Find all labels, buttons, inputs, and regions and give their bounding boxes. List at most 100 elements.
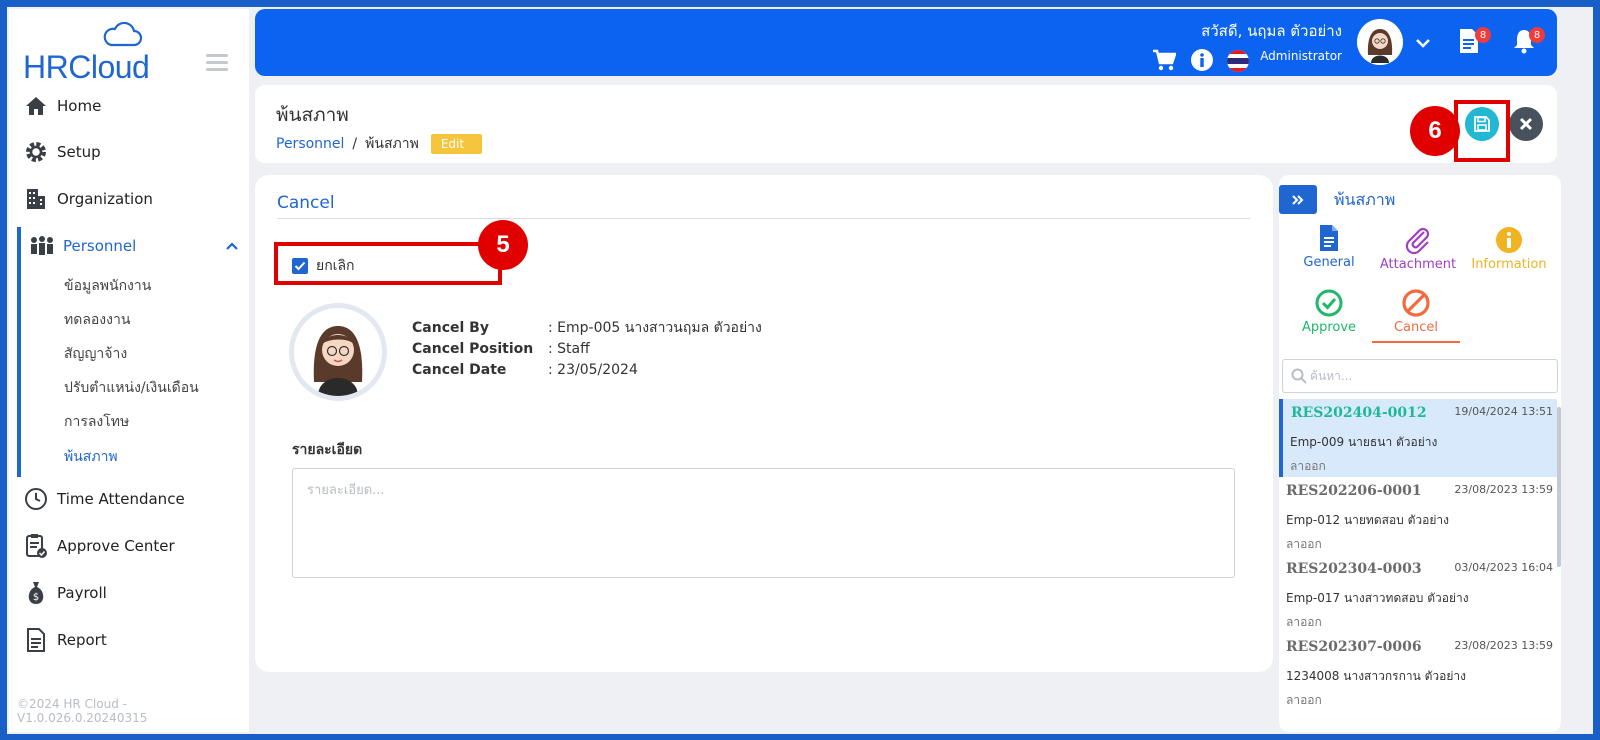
- breadcrumb-separator: /: [352, 136, 358, 152]
- check-circle-icon: [1315, 289, 1343, 317]
- record-status: ลาออก: [1286, 693, 1322, 707]
- copyright-text: ©2024 HR Cloud -V1.0.026.0.20240315: [17, 697, 148, 725]
- logo-text: HRCloud: [23, 49, 150, 85]
- highlight-box-checkbox: [274, 242, 502, 285]
- tab-information-label: Information: [1471, 257, 1547, 272]
- sidebar-subitem-employee-info[interactable]: ข้อมูลพนักงาน: [64, 275, 151, 297]
- record-status: ลาออก: [1286, 537, 1322, 551]
- user-greeting: สวัสดี, นฤมล ตัวอย่าง: [1201, 22, 1342, 40]
- logo[interactable]: HRCloud: [23, 21, 173, 85]
- cancel-info: Cancel By : Emp-005 นางสาวนฤมล ตัวอย่าง …: [412, 317, 762, 380]
- tab-attachment[interactable]: Attachment: [1372, 226, 1464, 272]
- record-date: 23/08/2023 13:59: [1454, 483, 1553, 496]
- cancel-form-card: Cancel ยกเลิก 5 Cancel By: Emp-005 นางส…: [255, 175, 1273, 672]
- sidebar-item-report[interactable]: Report: [23, 623, 243, 657]
- close-button[interactable]: [1509, 107, 1543, 141]
- highlight-box-save: [1454, 100, 1510, 162]
- cancel-position-row: Cancel Position : Staff: [412, 338, 762, 359]
- cancel-by-row: Cancel By : Emp-005 นางสาวนฤมล ตัวอย่าง: [412, 317, 762, 338]
- page-header: พ้นสภาพ Personnel / พ้นสภาพ Edit 6: [255, 85, 1557, 163]
- tab-information[interactable]: Information: [1463, 226, 1555, 272]
- step-marker-6: 6: [1410, 106, 1460, 156]
- sidebar-subitem-contract[interactable]: สัญญาจ้าง: [64, 343, 127, 365]
- sidebar-subitem-salary-adjust[interactable]: ปรับตำแหน่ง/เงินเดือน: [64, 377, 199, 399]
- file-icon: [1320, 225, 1338, 251]
- notification-badge: 8: [1529, 27, 1545, 43]
- sidebar-item-label: Report: [57, 631, 107, 649]
- section-title: Cancel: [277, 193, 335, 213]
- tab-approve-label: Approve: [1301, 320, 1357, 335]
- sidebar-item-home[interactable]: Home: [23, 89, 243, 123]
- sidebar-subitem-termination[interactable]: พ้นสภาพ: [64, 446, 118, 468]
- sidebar-item-time-attendance[interactable]: Time Attendance: [23, 482, 243, 516]
- chevron-up-icon[interactable]: [225, 241, 239, 251]
- active-tab-underline: [1372, 341, 1460, 343]
- document-badge: 8: [1475, 27, 1491, 43]
- info-circle-icon: [1496, 227, 1522, 253]
- cancel-position-label: Cancel Position: [412, 340, 534, 357]
- sidebar-subitem-discipline[interactable]: การลงโทษ: [64, 411, 129, 433]
- list-item[interactable]: RES202304-0003 03/04/2023 16:04 Emp-017 …: [1279, 555, 1557, 633]
- sidebar-item-payroll[interactable]: $ Payroll: [23, 576, 243, 610]
- app-frame: HRCloud Home Setup Organization Personne…: [7, 7, 1593, 734]
- record-employee: Emp-017 นางสาวทดสอบ ตัวอย่าง: [1286, 591, 1469, 605]
- sidebar-item-label: Payroll: [57, 584, 107, 602]
- clock-icon: [23, 486, 49, 512]
- gear-icon: [23, 139, 49, 165]
- search-input[interactable]: ค้นหา...: [1282, 359, 1558, 393]
- sidebar-subitem-probation[interactable]: ทดลองงาน: [64, 309, 130, 331]
- sidebar-item-setup[interactable]: Setup: [23, 135, 243, 169]
- mode-badge: Edit: [430, 134, 483, 154]
- thai-flag-icon[interactable]: [1225, 48, 1251, 74]
- detail-label: รายละเอียด: [292, 442, 363, 458]
- breadcrumb-link-personnel[interactable]: Personnel: [276, 136, 344, 152]
- cancel-position-value: : Staff: [548, 340, 590, 357]
- double-chevron-right-icon: [1292, 194, 1304, 205]
- sidebar-item-organization[interactable]: Organization: [23, 182, 243, 216]
- cancel-by-avatar: [289, 303, 387, 401]
- paperclip-icon: [1405, 227, 1430, 254]
- cancel-date-row: Cancel Date : 23/05/2024: [412, 359, 762, 380]
- active-indicator: [17, 227, 21, 477]
- record-date: 23/08/2023 13:59: [1454, 639, 1553, 652]
- sidebar-item-label: Home: [57, 97, 102, 115]
- chevron-down-icon[interactable]: [1413, 33, 1433, 53]
- document-icon: [23, 627, 49, 653]
- avatar[interactable]: [1357, 19, 1403, 65]
- cancel-by-value: : Emp-005 นางสาวนฤมล ตัวอย่าง: [548, 319, 762, 336]
- list-item[interactable]: RES202404-0012 19/04/2024 13:51 Emp-009 …: [1279, 399, 1557, 477]
- close-icon: [1519, 117, 1533, 131]
- cancel-date-label: Cancel Date: [412, 361, 507, 378]
- breadcrumb-current: พ้นสภาพ: [365, 136, 419, 152]
- breadcrumb: Personnel / พ้นสภาพ Edit: [276, 133, 483, 155]
- record-panel: พ้นสภาพ General Attachment Information A…: [1279, 175, 1561, 732]
- record-code: RES202304-0003: [1286, 561, 1422, 577]
- panel-toggle-button[interactable]: [1279, 185, 1317, 214]
- sidebar: HRCloud Home Setup Organization Personne…: [9, 9, 249, 732]
- menu-toggle-icon[interactable]: [206, 54, 228, 72]
- tab-approve[interactable]: Approve: [1283, 289, 1375, 335]
- list-item[interactable]: RES202307-0006 23/08/2023 13:59 1234008 …: [1279, 633, 1557, 711]
- clipboard-check-icon: [23, 533, 49, 559]
- cancel-date-value: : 23/05/2024: [548, 361, 638, 378]
- sidebar-item-personnel[interactable]: Personnel: [29, 229, 249, 263]
- cart-icon[interactable]: [1151, 47, 1177, 73]
- detail-textarea[interactable]: รายละเอียด...: [292, 468, 1235, 578]
- record-employee: Emp-009 นายธนา ตัวอย่าง: [1290, 435, 1438, 449]
- sidebar-item-label: Personnel: [63, 237, 137, 255]
- search-icon: [1291, 368, 1307, 384]
- tab-cancel[interactable]: Cancel: [1370, 289, 1462, 335]
- top-header: สวัสดี, นฤมล ตัวอย่าง Administrator 8 8: [255, 9, 1557, 76]
- panel-title: พ้นสภาพ: [1334, 190, 1396, 209]
- info-icon[interactable]: [1189, 47, 1215, 73]
- section-divider: [277, 218, 1250, 219]
- sidebar-item-approve-center[interactable]: Approve Center: [23, 529, 243, 563]
- home-icon: [23, 93, 49, 119]
- sidebar-item-label: Time Attendance: [57, 490, 185, 508]
- record-date: 19/04/2024 13:51: [1454, 405, 1553, 418]
- record-status: ลาออก: [1290, 459, 1326, 473]
- list-scrollbar[interactable]: [1557, 407, 1561, 567]
- sidebar-item-label: Organization: [57, 190, 153, 208]
- list-item[interactable]: RES202206-0001 23/08/2023 13:59 Emp-012 …: [1279, 477, 1557, 555]
- tab-general[interactable]: General: [1283, 224, 1375, 270]
